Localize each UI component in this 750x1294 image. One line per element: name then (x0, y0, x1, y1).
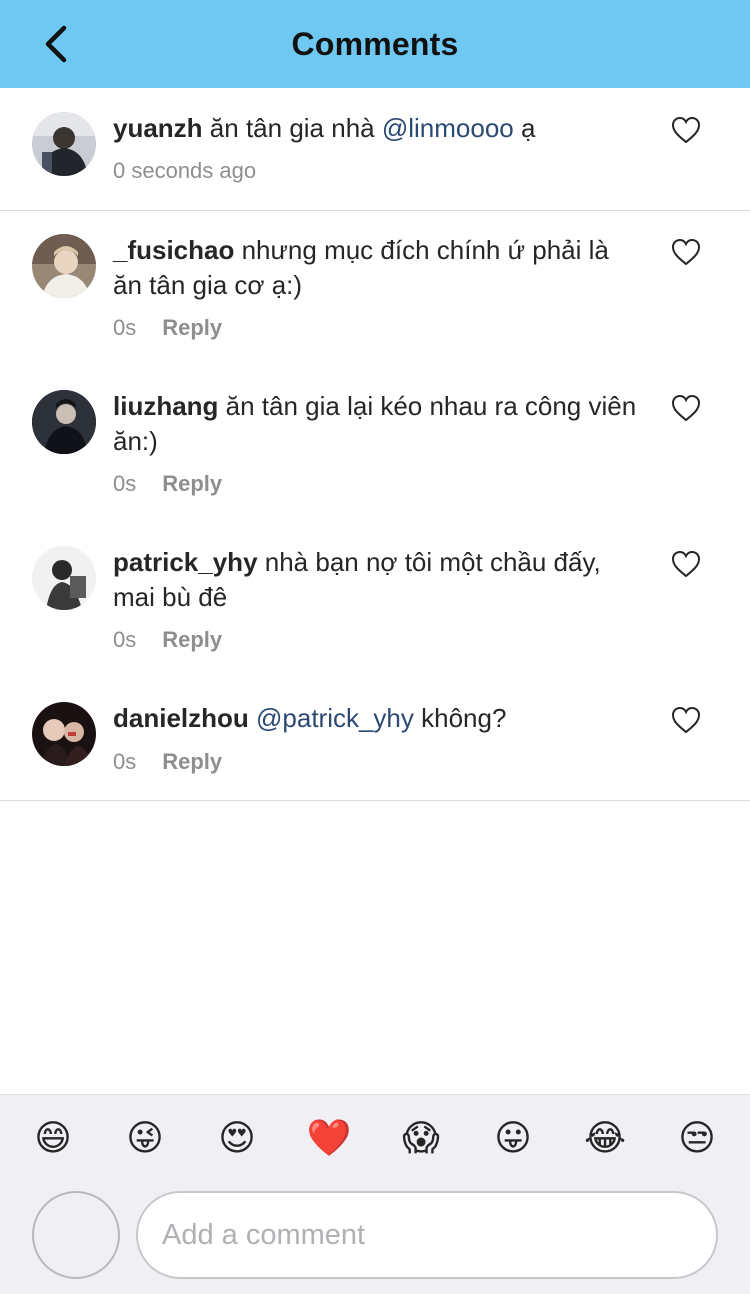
comment-item: _fusichao nhưng mục đích chính ứ phải là… (0, 211, 750, 367)
emoji-tongue[interactable]: 😛 (490, 1115, 536, 1161)
header-bar: Comments (0, 0, 750, 88)
comment-text: không? (413, 703, 507, 733)
emoji-red-heart[interactable]: ❤️ (306, 1115, 352, 1161)
caption-text-tail: ạ (513, 113, 536, 143)
heart-icon (671, 550, 701, 578)
current-user-avatar (32, 1191, 120, 1279)
caption-text: ăn tân gia nhà (202, 113, 382, 143)
caption: yuanzh ăn tân gia nhà @linmoooo ạ 0 seco… (0, 88, 750, 211)
avatar[interactable] (32, 546, 96, 610)
comment-item: patrick_yhy nhà bạn nợ tôi một chầu đấy,… (0, 523, 750, 679)
avatar[interactable] (32, 112, 96, 176)
like-button[interactable] (671, 550, 701, 578)
mention-link[interactable]: @linmoooo (382, 113, 514, 143)
reply-button[interactable]: Reply (162, 315, 222, 341)
heart-icon (671, 394, 701, 422)
avatar[interactable] (32, 390, 96, 454)
timestamp: 0s (113, 749, 137, 774)
comment-input[interactable] (136, 1191, 718, 1279)
comment-list: _fusichao nhưng mục đích chính ứ phải là… (0, 211, 750, 801)
emoji-screaming[interactable]: 😱 (398, 1115, 444, 1161)
heart-icon (671, 238, 701, 266)
like-button[interactable] (671, 394, 701, 422)
chevron-left-icon (45, 25, 67, 63)
emoji-unamused[interactable]: 😒 (674, 1115, 720, 1161)
username[interactable]: patrick_yhy (113, 547, 258, 577)
mention-link[interactable]: @patrick_yhy (249, 703, 414, 733)
reply-button[interactable]: Reply (162, 749, 222, 775)
like-button[interactable] (671, 238, 701, 266)
heart-icon (671, 116, 701, 144)
emoji-tears-of-joy[interactable]: 😂 (582, 1115, 628, 1161)
timestamp: 0s (113, 471, 137, 496)
heart-icon (671, 706, 701, 734)
username[interactable]: _fusichao (113, 235, 234, 265)
back-button[interactable] (30, 18, 82, 70)
username[interactable]: liuzhang (113, 391, 218, 421)
avatar[interactable] (32, 702, 96, 766)
comment-composer: 😄 😜 😍 ❤️ 😱 😛 😂 😒 (0, 1094, 750, 1294)
comment-item: danielzhou @patrick_yhy không? 0s Reply (0, 679, 750, 801)
emoji-winking-tongue[interactable]: 😜 (122, 1115, 168, 1161)
reply-button[interactable]: Reply (162, 627, 222, 653)
emoji-grinning[interactable]: 😄 (30, 1115, 76, 1161)
avatar[interactable] (32, 234, 96, 298)
comment-item: liuzhang ăn tân gia lại kéo nhau ra công… (0, 367, 750, 523)
emoji-heart-eyes[interactable]: 😍 (214, 1115, 260, 1161)
username[interactable]: yuanzh (113, 113, 203, 143)
like-button[interactable] (671, 116, 701, 144)
like-button[interactable] (671, 706, 701, 734)
timestamp: 0s (113, 627, 137, 652)
page-title: Comments (291, 25, 459, 62)
emoji-quick-bar: 😄 😜 😍 ❤️ 😱 😛 😂 😒 (0, 1115, 750, 1163)
username[interactable]: danielzhou (113, 703, 249, 733)
reply-button[interactable]: Reply (162, 471, 222, 497)
timestamp: 0 seconds ago (113, 158, 257, 183)
timestamp: 0s (113, 315, 137, 340)
